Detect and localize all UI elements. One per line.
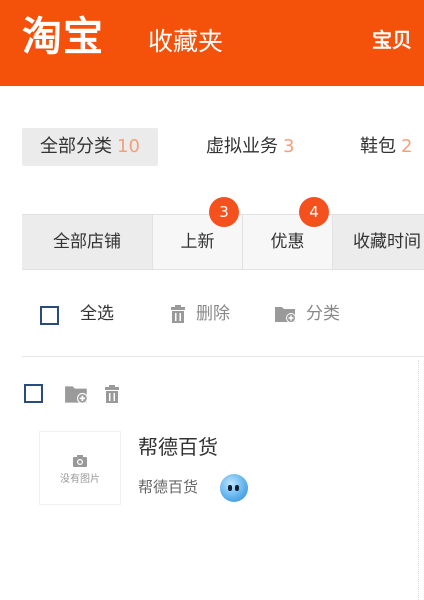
- category-tab-shoes-bags[interactable]: 鞋包 2: [360, 128, 412, 166]
- trash-icon[interactable]: [102, 383, 122, 409]
- category-tab-label: 鞋包: [360, 136, 396, 157]
- category-tab-label: 虚拟业务: [206, 136, 278, 157]
- store-tab-collect-time[interactable]: 收藏时间: [332, 215, 424, 269]
- select-all-label[interactable]: 全选: [80, 302, 114, 326]
- wangwang-chat-icon[interactable]: [220, 474, 248, 502]
- no-image-placeholder: 没有图片: [60, 474, 100, 485]
- taobao-logo[interactable]: 淘宝: [22, 14, 104, 60]
- seller-name[interactable]: 帮德百货: [138, 476, 198, 498]
- camera-icon: [73, 452, 87, 471]
- category-tab-count: 2: [401, 136, 413, 157]
- select-all-checkbox[interactable]: [40, 306, 59, 325]
- category-tab-all[interactable]: 全部分类 10: [22, 128, 158, 166]
- store-tab-all[interactable]: 全部店铺: [22, 215, 152, 269]
- store-name-link[interactable]: 帮德百货: [138, 434, 218, 460]
- trash-icon[interactable]: [168, 304, 188, 328]
- discount-count-badge: 4: [299, 197, 329, 227]
- page-title: 收藏夹: [148, 27, 224, 56]
- item-checkbox[interactable]: [24, 384, 43, 403]
- category-tab-count: 3: [283, 136, 295, 157]
- new-count-badge: 3: [209, 197, 239, 227]
- toolbar-divider: [22, 356, 424, 357]
- delete-button[interactable]: 删除: [196, 302, 230, 326]
- category-tab-virtual[interactable]: 虚拟业务 3: [206, 128, 294, 166]
- category-tabs: 全部分类 10 虚拟业务 3 鞋包 2: [0, 124, 424, 166]
- store-thumbnail[interactable]: 没有图片: [40, 432, 120, 504]
- folder-plus-icon[interactable]: [274, 304, 298, 328]
- category-tab-label: 全部分类: [40, 136, 112, 157]
- dotted-separator: [418, 360, 419, 600]
- folder-plus-icon[interactable]: [64, 383, 90, 409]
- categorize-button[interactable]: 分类: [306, 302, 340, 326]
- header-link-baobei[interactable]: 宝贝: [372, 26, 412, 54]
- top-header: 淘宝 收藏夹 宝贝: [0, 0, 424, 86]
- category-tab-count: 10: [117, 136, 140, 157]
